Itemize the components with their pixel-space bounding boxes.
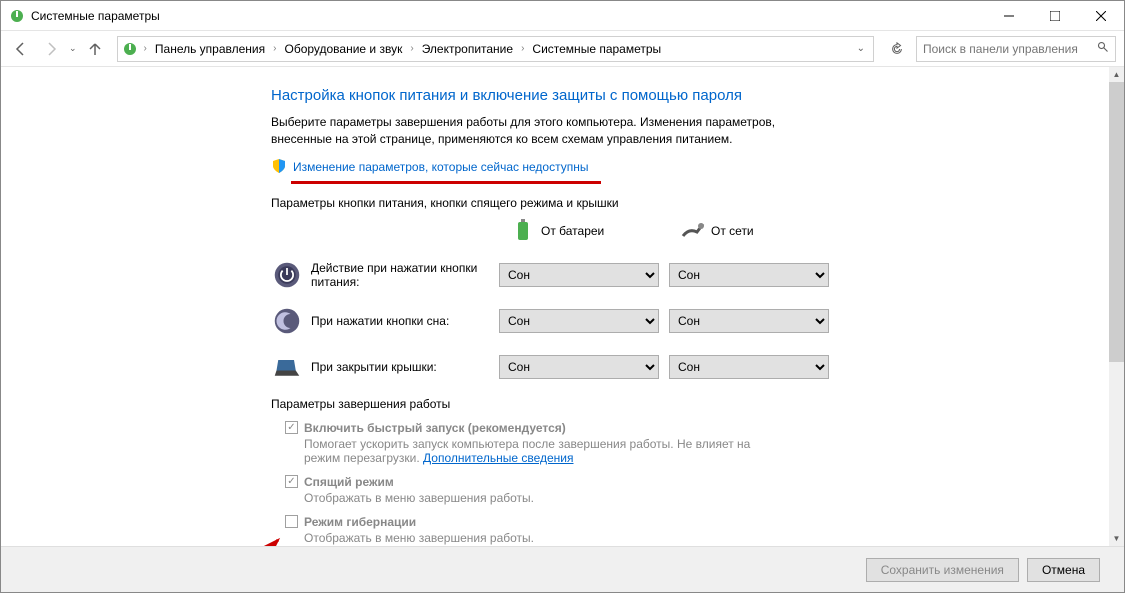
breadcrumb-item[interactable]: Оборудование и звук [282,42,404,56]
breadcrumb-item[interactable]: Панель управления [153,42,267,56]
breadcrumb-chevron-icon[interactable]: › [142,43,149,54]
page-description: Выберите параметры завершения работы для… [271,114,831,148]
power-button-plugged-select[interactable]: Сон [669,263,829,287]
sleep-button-plugged-select[interactable]: Сон [669,309,829,333]
section-header-buttons: Параметры кнопки питания, кнопки спящего… [271,196,1109,210]
power-icon [271,259,303,291]
row-power-button: Действие при нажатии кнопки питания: Сон… [271,259,1109,291]
row-lid-close: При закрытии крышки: Сон Сон [271,351,1109,383]
breadcrumb-chevron-icon[interactable]: › [408,43,415,54]
breadcrumb[interactable]: › Панель управления › Оборудование и зву… [117,36,874,62]
hibernate-checkbox[interactable] [285,515,298,528]
change-settings-link[interactable]: Изменение параметров, которые сейчас нед… [293,160,589,174]
footer: Сохранить изменения Отмена [1,546,1124,592]
maximize-button[interactable] [1032,1,1078,31]
titlebar: Системные параметры [1,1,1124,31]
sleep-checkbox[interactable] [285,475,298,488]
fast-startup-checkbox[interactable] [285,421,298,434]
annotation-underline [291,181,601,184]
content-area: Настройка кнопок питания и включение защ… [1,67,1109,546]
lid-plugged-select[interactable]: Сон [669,355,829,379]
laptop-icon [271,351,303,383]
row-sleep-button: При нажатии кнопки сна: Сон Сон [271,305,1109,337]
save-button[interactable]: Сохранить изменения [866,558,1019,582]
up-button[interactable] [83,37,107,61]
history-dropdown[interactable]: ⌄ [69,43,77,54]
scroll-thumb[interactable] [1109,82,1124,362]
search-input[interactable] [923,42,1097,56]
breadcrumb-chevron-icon[interactable]: › [519,43,526,54]
search-box[interactable] [916,36,1116,62]
refresh-button[interactable] [884,36,910,62]
lid-battery-select[interactable]: Сон [499,355,659,379]
page-title: Настройка кнопок питания и включение защ… [271,87,1109,104]
app-icon [9,8,25,24]
cancel-button[interactable]: Отмена [1027,558,1100,582]
power-button-battery-select[interactable]: Сон [499,263,659,287]
breadcrumb-item[interactable]: Электропитание [420,42,515,56]
shield-icon [271,158,287,177]
moon-icon [271,305,303,337]
search-icon [1097,41,1109,56]
battery-icon [511,218,535,245]
column-plugged: От сети [681,218,851,245]
scroll-down-button[interactable]: ▼ [1109,531,1124,546]
breadcrumb-chevron-icon[interactable]: › [271,43,278,54]
forward-button[interactable] [39,37,63,61]
back-button[interactable] [9,37,33,61]
sleep-button-battery-select[interactable]: Сон [499,309,659,333]
breadcrumb-item[interactable]: Системные параметры [530,42,663,56]
minimize-button[interactable] [986,1,1032,31]
checkbox-fast-startup: Включить быстрый запуск (рекомендуется) … [285,421,1109,465]
checkbox-hibernate: Режим гибернации Отображать в меню завер… [285,515,1109,545]
breadcrumb-icon [122,41,138,57]
plug-icon [681,218,705,245]
column-battery: От батареи [511,218,681,245]
navbar: ⌄ › Панель управления › Оборудование и з… [1,31,1124,67]
more-info-link[interactable]: Дополнительные сведения [423,451,573,465]
window-title: Системные параметры [31,9,986,23]
vertical-scrollbar[interactable]: ▲ ▼ [1109,67,1124,546]
section-header-shutdown: Параметры завершения работы [271,397,1109,411]
scroll-up-button[interactable]: ▲ [1109,67,1124,82]
close-button[interactable] [1078,1,1124,31]
checkbox-sleep: Спящий режим Отображать в меню завершени… [285,475,1109,505]
breadcrumb-dropdown[interactable]: ⌄ [853,43,869,54]
